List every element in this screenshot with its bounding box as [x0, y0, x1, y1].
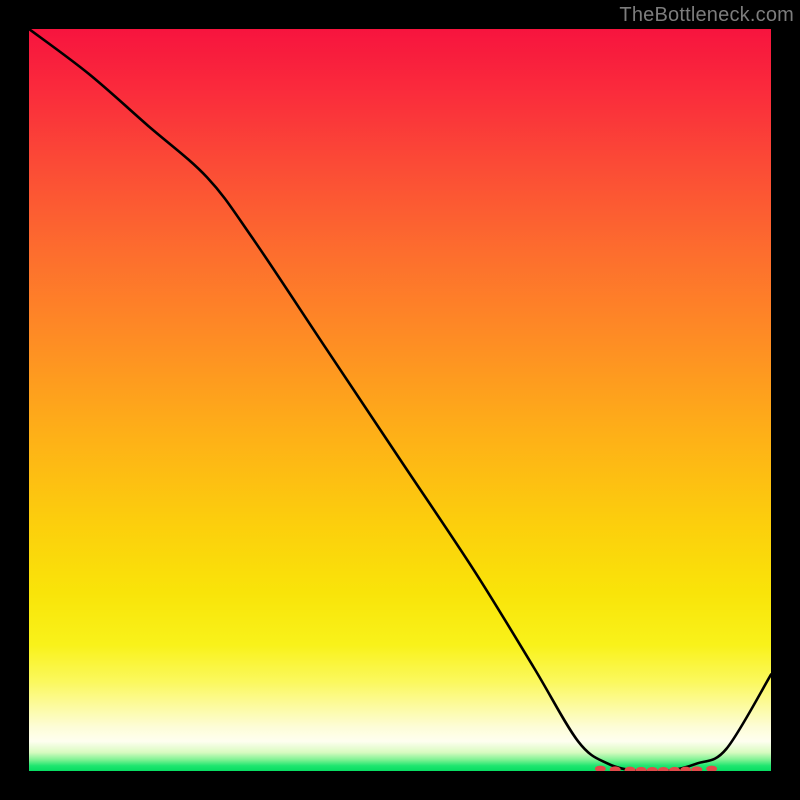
- optimal-range-marker: [625, 767, 636, 771]
- optimal-range-marker: [647, 767, 658, 771]
- optimal-range-marker: [680, 767, 691, 771]
- optimal-range-marker: [658, 767, 669, 771]
- bottleneck-curve: [29, 29, 771, 771]
- chart-frame: TheBottleneck.com: [0, 0, 800, 800]
- watermark-text: TheBottleneck.com: [619, 4, 794, 27]
- optimal-range-marker: [636, 767, 647, 771]
- optimal-range-marker: [669, 767, 680, 771]
- optimal-range-marker: [691, 766, 702, 771]
- bottleneck-line: [29, 29, 771, 771]
- optimal-range-marker: [595, 766, 606, 771]
- plot-area: [29, 29, 771, 771]
- optimal-range-marker: [706, 766, 717, 771]
- optimal-range-marker: [610, 766, 621, 771]
